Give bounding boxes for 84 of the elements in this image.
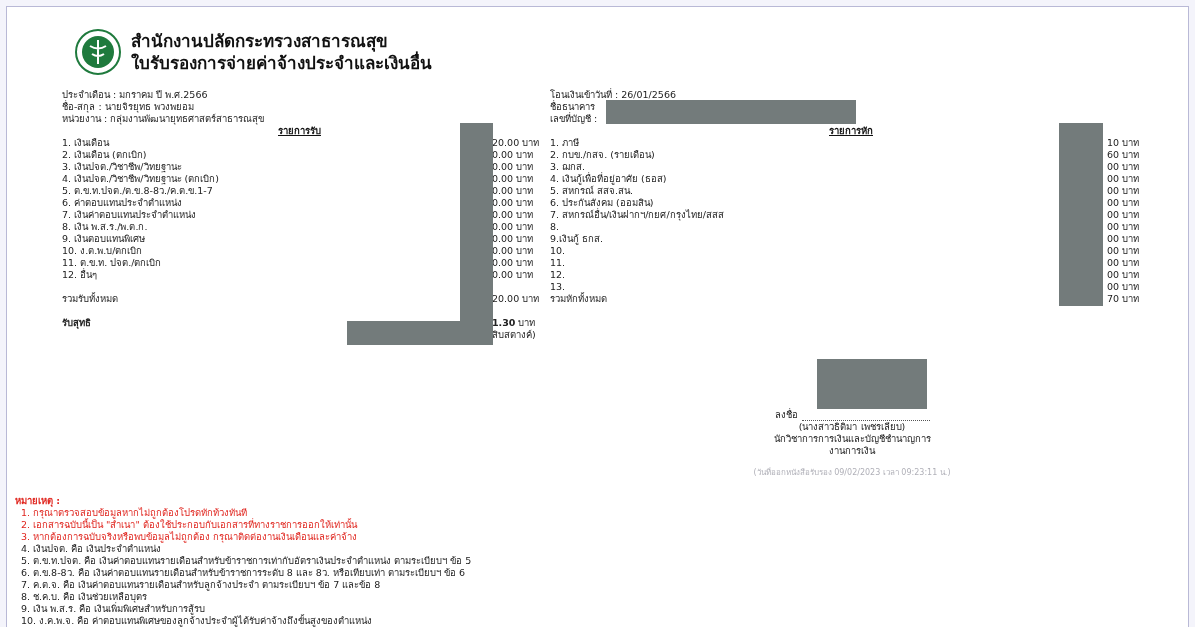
- deductions-heading: รายการหัก: [829, 125, 873, 137]
- note-text: 10. ง.ค.พ.จ. คือ ค่าตอบแทนพิเศษของลูกจ้างประจำผู้ได้รับค่าจ้างถึงขั้นสูงของตำแหน่ง: [20, 615, 374, 627]
- deduction-amount: 00 บาท: [1107, 161, 1141, 173]
- earning-amount: 0.00 บาท: [492, 197, 535, 209]
- note-text: 7. ค.ต.จ. คือ เงินค่าตอบแทนรายเดือนสำหรับลูกจ้างประจำ ตามระเบียบฯ ข้อ 7 และข้อ 8: [20, 579, 382, 591]
- signer-department: งานการเงิน: [829, 445, 875, 457]
- info-text: ประจำเดือน : มกราคม ปี พ.ศ.2566: [62, 89, 209, 100]
- deduction-amount: 00 บาท: [1107, 185, 1141, 197]
- info-text: ชื่อธนาคาร: [550, 101, 596, 112]
- earning-amount: 0.00 บาท: [492, 173, 535, 185]
- earning-label: 1. เงินเดือน: [62, 137, 110, 149]
- net-label: รับสุทธิ: [62, 317, 91, 329]
- deduction-label: 1. ภาษี: [550, 137, 580, 149]
- deduction-label: 13.: [550, 281, 566, 292]
- deduction-label: 10.: [550, 245, 566, 257]
- deduction-label: 9.เงินกู้ ธกส.: [550, 233, 604, 245]
- total-amount: 20.00 บาท: [492, 293, 537, 305]
- deduction-label: 3. ฌกส.: [550, 161, 586, 172]
- earning-label: 10. ง.ต.พ.บ/ตกเบิก: [62, 245, 143, 257]
- earning-label: 9. เงินตอบแทนพิเศษ: [62, 233, 146, 245]
- deduction-label: 7. สหกรณ์อื่น/เงินฝากฯ/กยศ/กรุงไทย/สสส: [550, 209, 724, 221]
- earning-label: 3. เงินปจต./วิชาชีพ/วิทยฐานะ: [62, 161, 182, 173]
- deduction-amount: 00 บาท: [1107, 197, 1141, 209]
- sign-label: ลงชื่อ: [774, 409, 798, 421]
- deduction-label: 8.: [550, 221, 560, 233]
- deduction-amount: 00 บาท: [1107, 209, 1141, 221]
- deduction-label: 11.: [550, 257, 566, 269]
- office-title: สำนักงานปลัดกระทรวงสาธารณสุข: [131, 30, 388, 52]
- earning-amount: 0.00 บาท: [492, 221, 535, 233]
- earning-amount: 0.00 บาท: [492, 245, 535, 257]
- earning-amount: 0.00 บาท: [492, 209, 535, 221]
- deduction-amount: 00 บาท: [1107, 173, 1141, 185]
- earning-amount: 0.00 บาท: [492, 149, 535, 161]
- deduction-label: 4. เงินกู้เพื่อที่อยู่อาศัย (ธอส): [550, 173, 667, 185]
- deduction-label: 12.: [550, 269, 566, 281]
- note-text: 8. ช.ค.บ. คือ เงินช่วยเหลือบุตร: [20, 591, 148, 603]
- earning-label: 6. ค่าตอบแทนประจำตำแหน่ง: [62, 197, 183, 209]
- total-label: รวมหักทั้งหมด: [550, 293, 607, 305]
- total-label: รวมรับทั้งหมด: [62, 293, 118, 305]
- deduction-amount: 00 บาท: [1107, 257, 1141, 269]
- note-text: 4. เงินปจต. คือ เงินประจำตำแหน่ง: [20, 543, 163, 555]
- info-text: เลขที่บัญชี :: [550, 113, 599, 125]
- deduction-amount: 00 บาท: [1107, 245, 1141, 257]
- deduction-label: 6. ประกันสังคม (ออมสิน): [550, 197, 654, 208]
- note-text: 9. เงิน พ.ส.ร. คือ เงินเพิ่มพิเศษสำหรับการสู้รบ: [20, 603, 206, 615]
- earning-label: 11. ต.ข.ท. ปจต./ตกเบิก: [62, 257, 162, 268]
- note-text: 1. กรุณาตรวจสอบข้อมูลหากไม่ถูกต้องโปรดทักท้วงทันที: [21, 507, 248, 519]
- earning-amount: 0.00 บาท: [492, 257, 535, 269]
- deduction-amount: 00 บาท: [1107, 281, 1141, 293]
- deduction-amount: 00 บาท: [1107, 269, 1141, 281]
- earnings-heading: รายการรับ: [278, 125, 321, 137]
- earning-label: 4. เงินปจต./วิชาชีพ/วิทยฐานะ (ตกเบิก): [62, 173, 219, 185]
- earning-label: 5. ต.ข.ท.ปจต./ต.ข.8-8ว./ค.ต.ข.1-7: [62, 185, 213, 197]
- notes-heading: หมายเหตุ :: [15, 495, 61, 507]
- deduction-amount: 00 บาท: [1107, 233, 1141, 245]
- signer-name: (นางสาวธิติมา เพชรเลียบ): [798, 421, 906, 433]
- net-amount-words: สิบสตางค์): [492, 329, 537, 341]
- note-text: 3. หากต้องการฉบับจริงหรือพบข้อมูลไม่ถูกต้อง กรุณาติดต่องานเงินเดือนและค่าจ้าง: [20, 531, 359, 543]
- earning-label: 8. เงิน พ.ส.ร./พ.ต.ก.: [62, 221, 148, 233]
- signer-position: นักวิชาการการเงินและบัญชีชำนาญการ: [773, 433, 931, 445]
- earning-label: 2. เงินเดือน (ตกเบิก): [62, 149, 147, 161]
- earning-amount: 0.00 บาท: [492, 233, 535, 245]
- note-text: 5. ต.ข.ท.ปจต. คือ เงินค่าตอบแทนรายเดือนสำหรับข้าราชการเท่ากับอัตราเงินประจำตำแหน่ง ตามระเบียบฯ ข้อ 5: [20, 555, 473, 567]
- info-text: ชื่อ-สกุล : นายจิรยุทธ พวงพยอม: [62, 101, 194, 113]
- info-text: โอนเงินเข้าวันที่ : 26/01/2566: [550, 89, 677, 100]
- issued-date: (วันที่ออกหนังสือรับรอง 09/02/2023 เวลา 09:23:11 น.): [753, 467, 951, 479]
- deduction-amount: 60 บาท: [1107, 149, 1141, 161]
- document-title: ใบรับรองการจ่ายค่าจ้างประจำและเงินอื่น: [131, 52, 432, 74]
- earning-amount: 0.00 บาท: [492, 161, 535, 173]
- net-amount: 1.30 บาท: [492, 317, 537, 329]
- earning-amount: 0.00 บาท: [492, 185, 535, 197]
- earning-amount: 0.00 บาท: [492, 269, 535, 281]
- deduction-label: 5. สหกรณ์ สสจ.สน.: [550, 185, 634, 197]
- earning-amount: 20.00 บาท: [492, 137, 537, 149]
- total-amount: 70 บาท: [1107, 293, 1141, 305]
- earning-label: 7. เงินค่าตอบแทนประจำตำแหน่ง: [62, 209, 197, 221]
- deduction-amount: 10 บาท: [1107, 137, 1141, 149]
- deduction-amount: 00 บาท: [1107, 221, 1141, 233]
- info-text: หน่วยงาน : กลุ่มงานพัฒนายุทธศาสตร์สาธารณสุข: [62, 113, 266, 125]
- note-text: 2. เอกสารฉบับนี้เป็น "สำเนา" ต้องใช้ประกอบกับเอกสารที่ทางราชการออกให้เท่านั้น: [20, 519, 359, 531]
- earning-label: 12. อื่นๆ: [62, 269, 98, 281]
- emblem-logo: [75, 29, 121, 75]
- deduction-label: 2. กบข./กสจ. (รายเดือน): [550, 149, 655, 161]
- note-text: 6. ต.ข.8-8ว. คือ เงินค่าตอบแทนรายเดือนสำหรับข้าราชการระดับ 8 และ 8ว. หรือเทียบเท่า ตามระเบียบฯ ข้อ 6: [20, 567, 466, 579]
